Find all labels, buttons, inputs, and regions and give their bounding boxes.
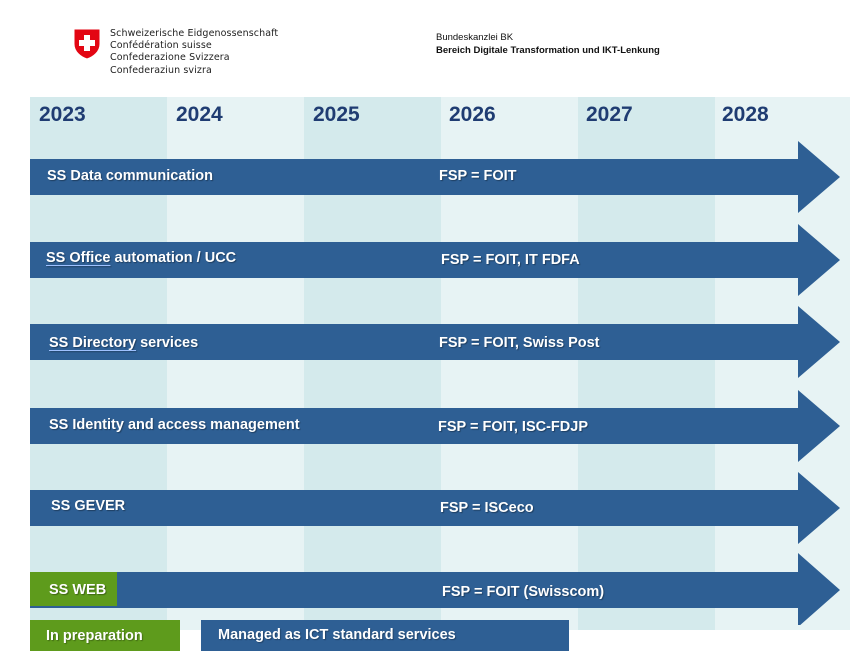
service-name-part-b: SS Data communication [47, 168, 213, 184]
gov-line-de: Schweizerische Eidgenossenschaft [110, 28, 279, 39]
service-arrow: SS Data communication FSP = FOIT [30, 141, 842, 213]
service-arrow: SS Identity and access management FSP = … [30, 390, 842, 462]
service-name-part-b: automation / UCC [110, 250, 237, 266]
legend-in-preparation: In preparation [30, 620, 180, 651]
service-name-part-b: services [136, 335, 199, 351]
service-provider: FSP = FOIT, IT FDFA [441, 252, 580, 268]
arrow-shape [30, 553, 840, 625]
swiss-coat-of-arms-icon [73, 28, 101, 60]
service-provider: FSP = ISCeco [440, 500, 534, 516]
service-name: SS Data communication [47, 168, 213, 184]
service-provider: FSP = FOIT [439, 168, 517, 184]
service-name-part-b: SS Identity and access management [49, 417, 300, 433]
service-arrow: SS Directory services FSP = FOIT, Swiss … [30, 306, 842, 378]
department-name: Bundeskanzlei BK [436, 32, 514, 43]
service-arrow [30, 553, 842, 625]
service-name-part-b: SS WEB [49, 582, 107, 598]
service-name: SS GEVER [51, 498, 125, 514]
service-provider: FSP = FOIT, Swiss Post [439, 335, 600, 351]
service-name: SS Directory services [49, 335, 198, 351]
service-name: SS WEB [49, 582, 106, 598]
gov-line-fr: Confédération suisse [110, 40, 212, 52]
service-name: SS Identity and access management [49, 417, 300, 433]
service-arrow: SS GEVER FSP = ISCeco [30, 472, 842, 544]
department-block: Bundeskanzlei BK Bereich Digitale Transf… [436, 31, 660, 57]
government-name: Schweizerische Eidgenossenschaft Confédé… [110, 28, 278, 77]
legend-managed-label: Managed as ICT standard services [218, 627, 456, 643]
service-name-part-b: SS GEVER [51, 498, 126, 514]
service-arrow: SS Office automation / UCC FSP = FOIT, I… [30, 224, 842, 296]
gov-line-rm: Confederaziun svizra [110, 64, 212, 76]
year-label: 2026 [449, 103, 496, 126]
year-label: 2028 [722, 103, 769, 126]
year-label: 2023 [39, 103, 86, 126]
department-unit: Bereich Digitale Transformation und IKT-… [436, 45, 660, 56]
service-provider: FSP = FOIT, ISC-FDJP [438, 419, 588, 435]
year-label: 2025 [313, 103, 360, 126]
year-label: 2024 [176, 103, 223, 126]
arrow-shape [30, 472, 840, 544]
legend-managed: Managed as ICT standard services [201, 620, 569, 651]
service-name-part-a: SS Directory [49, 335, 137, 351]
gov-line-it: Confederazione Svizzera [110, 52, 230, 64]
legend-in-preparation-label: In preparation [46, 628, 143, 644]
service-name: SS Office automation / UCC [46, 250, 236, 266]
service-provider: FSP = FOIT (Swisscom) [442, 584, 605, 600]
year-label: 2027 [586, 103, 633, 126]
service-name-part-a: SS Office [46, 250, 111, 266]
